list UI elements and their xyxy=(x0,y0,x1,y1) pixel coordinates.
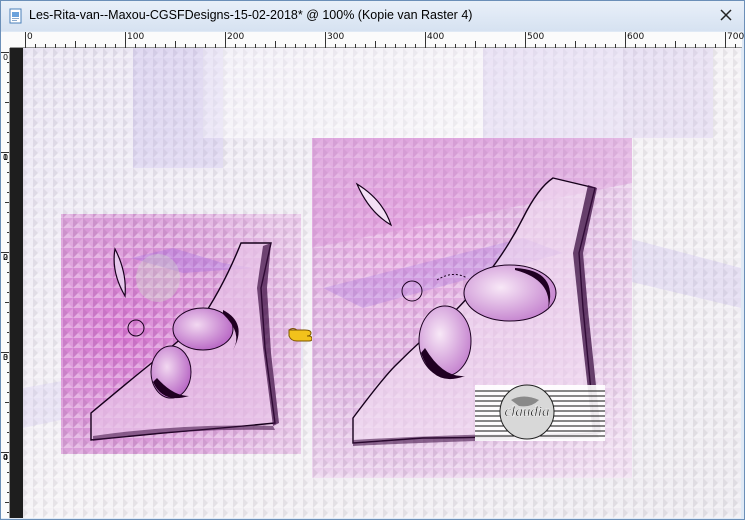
ruler-top-label: 700 xyxy=(727,32,745,42)
ruler-top-label: 400 xyxy=(427,32,445,42)
left-artwork-panel xyxy=(61,214,301,454)
image-canvas[interactable]: claudia xyxy=(23,48,741,518)
ruler-top-label: 100 xyxy=(127,32,145,42)
ruler-corner xyxy=(1,32,10,48)
ruler-left-digit: 0 xyxy=(2,353,9,362)
window-title: Les-Rita-van--Maxou-CGSFDesigns-15-02-20… xyxy=(29,8,473,22)
ruler-left-digit: 0 xyxy=(2,453,9,462)
pointer-hand-icon xyxy=(288,328,313,342)
ruler-top-label: 0 xyxy=(27,32,33,42)
canvas-artwork: claudia xyxy=(23,48,741,518)
canvas-left-border xyxy=(10,48,23,518)
ruler-left-digit: 0 xyxy=(2,253,9,262)
close-button[interactable] xyxy=(715,5,737,25)
ruler-top-label: 300 xyxy=(327,32,345,42)
ruler-left-digit: 0 xyxy=(2,53,9,62)
horizontal-ruler[interactable]: 0 100 200 300 400 500 600 700 xyxy=(10,32,745,48)
ruler-left-digit: 0 xyxy=(2,153,9,162)
watermark-badge: claudia xyxy=(475,384,605,441)
close-icon xyxy=(720,9,732,21)
ruler-top-label: 500 xyxy=(527,32,545,42)
title-bar[interactable]: Les-Rita-van--Maxou-CGSFDesigns-15-02-20… xyxy=(1,1,744,31)
ruler-top-label: 200 xyxy=(227,32,245,42)
vertical-ruler[interactable]: 0 1 0 0 2 0 0 3 0 0 4 0 0 xyxy=(1,48,10,518)
document-icon xyxy=(9,8,22,24)
watermark-text: claudia xyxy=(505,404,550,420)
ruler-top-label: 600 xyxy=(627,32,645,42)
document-window: Les-Rita-van--Maxou-CGSFDesigns-15-02-20… xyxy=(0,0,745,520)
vertical-ruler-ticks xyxy=(1,52,9,513)
